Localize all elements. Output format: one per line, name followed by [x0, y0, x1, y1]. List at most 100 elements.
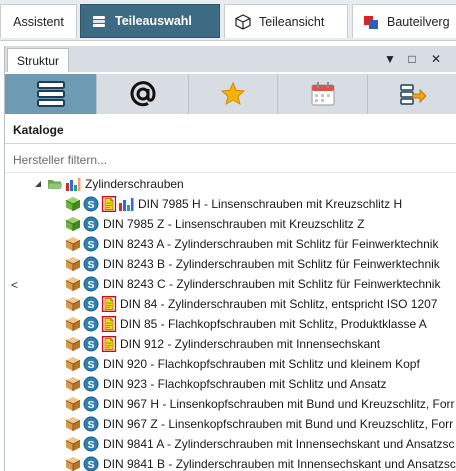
bar-chart-icon: [66, 178, 81, 191]
tree-item[interactable]: S DIN 967 H - Linsenkopfschrauben mit Bun…: [5, 394, 456, 414]
tree-item[interactable]: S DIN 8243 B - Zylinderschrauben mit Schl…: [5, 254, 456, 274]
compare-parts-icon: [364, 15, 378, 29]
export-arrow-icon: [399, 84, 427, 105]
tree-item-label: DIN 9841 B - Zylinderschrauben mit Innen…: [103, 457, 456, 471]
tree-root-label: Zylinderschrauben: [85, 177, 184, 191]
tree-item-label: DIN 7985 Z - Linsenschrauben mit Kreuzsc…: [103, 217, 365, 231]
tree-item[interactable]: S DIN 84 - Zylinderschrauben mit Schlitz,…: [5, 294, 456, 314]
bar-chart-icon: [119, 198, 134, 211]
orange-cube-icon: [65, 417, 81, 431]
tab-label: Teileauswahl: [115, 14, 192, 28]
svg-text:S: S: [87, 259, 94, 271]
svg-text:S: S: [87, 319, 94, 331]
tree-item[interactable]: S DIN 9841 A - Zylinderschrauben mit Inne…: [5, 434, 456, 454]
document-icon: [101, 296, 117, 312]
s-badge-icon: S: [83, 356, 99, 372]
orange-cube-icon: [65, 337, 81, 351]
tab-teileansicht[interactable]: Teileansicht: [224, 4, 348, 38]
svg-text:S: S: [87, 379, 94, 391]
tree-item[interactable]: S DIN 8243 C - Zylinderschrauben mit Schl…: [5, 274, 456, 294]
tab-label: Teileansicht: [259, 14, 325, 29]
orange-cube-icon: [65, 457, 81, 471]
s-badge-icon: S: [83, 336, 99, 352]
tree-item[interactable]: S DIN 7985 Z - Linsenschrauben mit Kreuzs…: [5, 214, 456, 234]
tab-label: Assistent: [13, 14, 64, 29]
s-badge-icon: S: [83, 396, 99, 412]
top-tab-bar: Assistent Teileauswahl Teileansicht Baut…: [0, 0, 456, 41]
s-badge-icon: S: [83, 216, 99, 232]
orange-cube-icon: [65, 397, 81, 411]
tree-item[interactable]: S DIN 920 - Flachkopfschrauben mit Schlit…: [5, 354, 456, 374]
tree-root-item[interactable]: Zylinderschrauben: [5, 174, 456, 194]
tree-item[interactable]: S DIN 912 - Zylinderschrauben mit Innense…: [5, 334, 456, 354]
svg-text:S: S: [87, 279, 94, 291]
collapse-arrow-icon[interactable]: [33, 179, 43, 189]
panel-menu-button[interactable]: ▼: [381, 50, 399, 68]
chevron-down-icon: ▼: [384, 52, 396, 66]
svg-text:S: S: [87, 219, 94, 231]
svg-text:S: S: [87, 359, 94, 371]
tree-item[interactable]: S DIN 967 Z - Linsenkopfschrauben mit Bun…: [5, 414, 456, 434]
tree-item-label: DIN 920 - Flachkopfschrauben mit Schlitz…: [103, 357, 420, 371]
favorites-button[interactable]: [189, 74, 278, 114]
document-icon: [101, 196, 117, 212]
orange-cube-icon: [65, 357, 81, 371]
tree-item-label: DIN 8243 B - Zylinderschrauben mit Schli…: [103, 257, 440, 271]
books-icon: [93, 16, 105, 27]
history-button[interactable]: [278, 74, 368, 114]
tree-item-label: DIN 9841 A - Zylinderschrauben mit Innen…: [103, 437, 455, 451]
cube-outline-icon: [235, 13, 251, 30]
tree-item[interactable]: S DIN 923 - Flachkopfschrauben mit Schlit…: [5, 374, 456, 394]
s-badge-icon: S: [83, 256, 99, 272]
tree-item[interactable]: S DIN 8243 A - Zylinderschrauben mit Schl…: [5, 234, 456, 254]
svg-text:S: S: [87, 459, 94, 471]
s-badge-icon: S: [83, 316, 99, 332]
panel-maximize-button[interactable]: □: [403, 50, 421, 68]
tree-item[interactable]: S DIN 7985 H - Linsenschrauben mit Kreuzs…: [5, 194, 456, 214]
svg-text:S: S: [87, 339, 94, 351]
s-badge-icon: S: [83, 276, 99, 292]
tab-teileauswahl[interactable]: Teileauswahl: [80, 4, 220, 38]
s-badge-icon: S: [83, 416, 99, 432]
at-search-button[interactable]: [97, 74, 189, 114]
maximize-icon: □: [408, 52, 416, 66]
section-title-kataloge: Kataloge: [13, 123, 64, 137]
structure-panel: Struktur ▼ □ ✕ Kataloge Hersteller filte…: [4, 46, 456, 471]
s-badge-icon: S: [83, 456, 99, 471]
s-badge-icon: S: [83, 296, 99, 312]
calendar-icon: [310, 82, 335, 106]
catalog-tree: Zylinderschrauben S DIN 7985 H - Linsensc…: [5, 174, 456, 471]
catalog-books-icon: [36, 81, 65, 107]
export-button[interactable]: [368, 74, 456, 114]
svg-text:S: S: [87, 419, 94, 431]
tab-struktur[interactable]: Struktur: [7, 48, 69, 72]
svg-text:S: S: [87, 199, 94, 211]
tree-item-label: DIN 912 - Zylinderschrauben mit Innensec…: [120, 337, 381, 351]
orange-cube-icon: [65, 237, 81, 251]
folder-open-icon: [48, 180, 63, 189]
orange-cube-icon: [65, 277, 81, 291]
tree-item-label: DIN 8243 A - Zylinderschrauben mit Schli…: [103, 237, 439, 251]
green-cube-icon: [65, 197, 81, 211]
catalogs-button[interactable]: [5, 74, 97, 114]
s-badge-icon: S: [83, 436, 99, 452]
document-icon: [101, 336, 117, 352]
tree-item[interactable]: S DIN 85 - Flachkopfschrauben mit Schlitz…: [5, 314, 456, 334]
orange-cube-icon: [65, 297, 81, 311]
panel-tab-bar: Struktur ▼ □ ✕: [5, 46, 456, 72]
manufacturer-filter-input[interactable]: [11, 150, 455, 170]
close-icon: ✕: [430, 52, 442, 66]
divider: [5, 143, 456, 144]
s-badge-icon: S: [83, 196, 99, 212]
svg-text:S: S: [87, 439, 94, 451]
tree-item-label: DIN 967 H - Linsenkopfschrauben mit Bund…: [103, 397, 455, 411]
svg-text:S: S: [87, 299, 94, 311]
panel-close-button[interactable]: ✕: [427, 50, 445, 68]
tab-assistent[interactable]: Assistent: [0, 4, 77, 38]
svg-text:S: S: [87, 399, 94, 411]
tab-bauteilvergleich[interactable]: Bauteilverg: [352, 4, 456, 38]
divider: [5, 172, 456, 173]
tree-item[interactable]: S DIN 9841 B - Zylinderschrauben mit Inne…: [5, 454, 456, 471]
tree-item-label: DIN 85 - Flachkopfschrauben mit Schlitz,…: [120, 317, 427, 331]
orange-cube-icon: [65, 317, 81, 331]
